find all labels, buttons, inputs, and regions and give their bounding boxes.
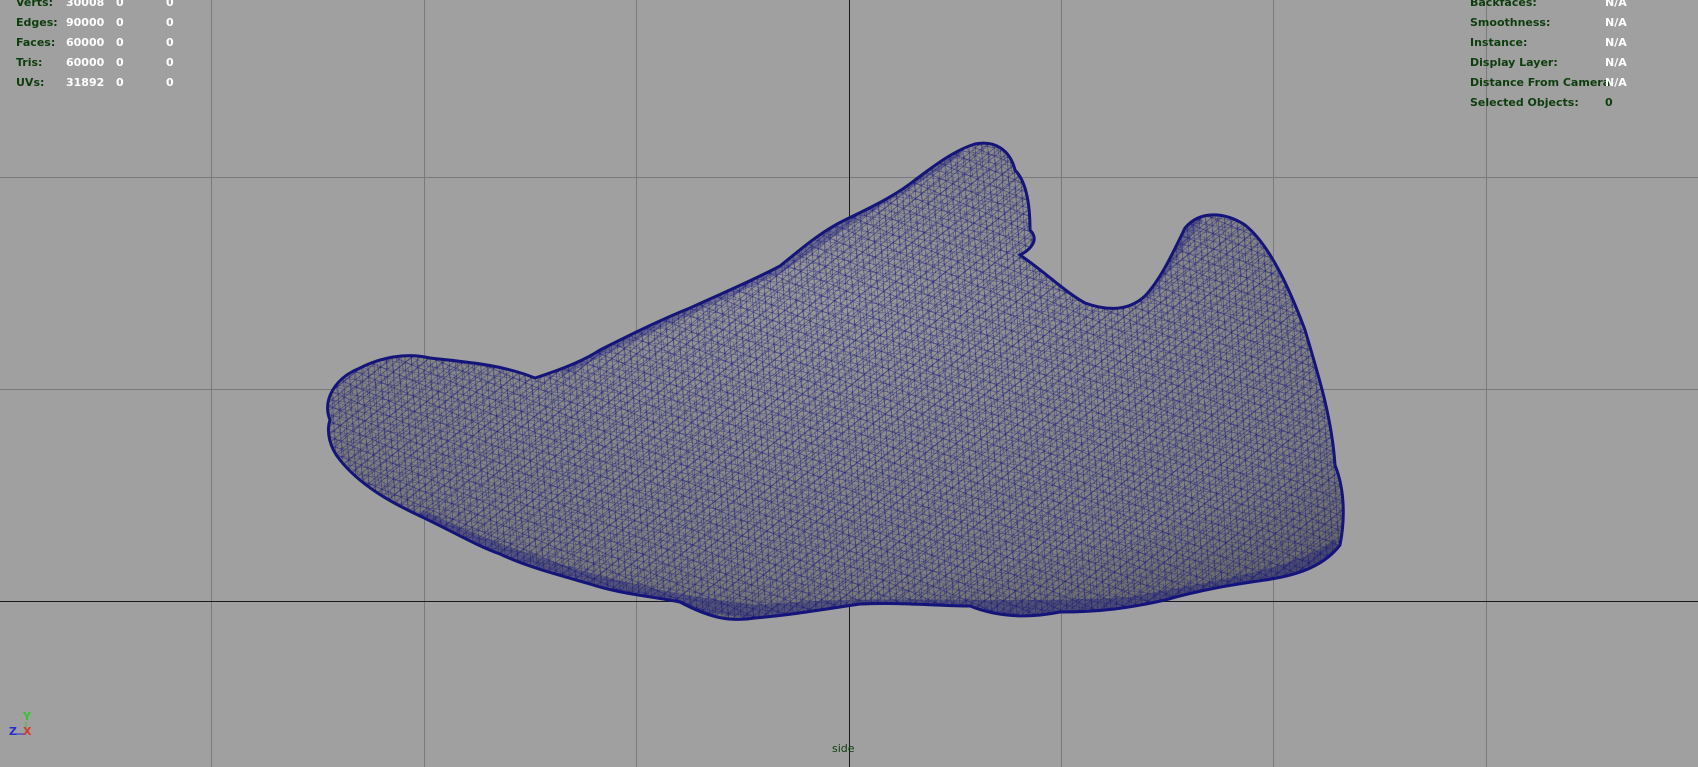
hud-stat-selected: 0 [116,76,124,89]
hud-detail-label: Smoothness: [1470,16,1551,29]
hud-stat-row: Verts: 30008 0 0 [16,0,216,13]
hud-stat-component: 0 [166,76,174,89]
hud-stat-selected: 0 [116,16,124,29]
hud-stat-total: 90000 [66,16,105,29]
hud-detail-label: Selected Objects: [1470,96,1579,109]
hud-stat-total: 30008 [66,0,105,9]
hud-detail-value: 0 [1605,96,1613,109]
hud-detail-row: Selected Objects: 0 [1470,93,1690,113]
hud-stat-total: 31892 [66,76,105,89]
hud-detail-value: N/A [1605,0,1627,9]
hud-stat-selected: 0 [116,0,124,9]
z-axis-label: Z [9,725,17,738]
hud-stat-row: Tris: 60000 0 0 [16,53,216,73]
hud-detail-row: Distance From Camera: N/A [1470,73,1690,93]
x-axis-label: X [23,725,32,738]
poly-count-hud: Verts: 30008 0 0 Edges: 90000 0 0 Faces: 60000 0 0 T… [16,0,216,93]
hud-stat-selected: 0 [116,56,124,69]
hud-stat-component: 0 [166,0,174,9]
object-details-hud: Backfaces: N/A Smoothness: N/A Instance: N/A D… [1470,0,1690,113]
hud-stat-row: UVs: 31892 0 0 [16,73,216,93]
hud-detail-label: Instance: [1470,36,1528,49]
camera-name-label: side [832,742,855,755]
hud-stat-label: Edges: [16,16,58,29]
hud-detail-label: Distance From Camera: [1470,76,1615,89]
hud-stat-component: 0 [166,56,174,69]
hud-stat-label: Verts: [16,0,54,9]
hud-stat-label: Tris: [16,56,43,69]
hud-stat-total: 60000 [66,56,105,69]
hud-detail-row: Backfaces: N/A [1470,0,1690,13]
shoe-mesh[interactable] [0,0,1698,767]
hud-stat-component: 0 [166,16,174,29]
hud-stat-label: Faces: [16,36,56,49]
hud-detail-value: N/A [1605,36,1627,49]
hud-stat-selected: 0 [116,36,124,49]
hud-stat-component: 0 [166,36,174,49]
hud-stat-row: Edges: 90000 0 0 [16,13,216,33]
hud-stat-label: UVs: [16,76,45,89]
hud-detail-value: N/A [1605,76,1627,89]
hud-detail-label: Backfaces: [1470,0,1537,9]
view-axis-gizmo: Y Z X [6,708,36,742]
hud-detail-row: Display Layer: N/A [1470,53,1690,73]
hud-detail-row: Smoothness: N/A [1470,13,1690,33]
hud-detail-label: Display Layer: [1470,56,1558,69]
side-viewport[interactable]: Verts: 30008 0 0 Edges: 90000 0 0 Faces: 60000 0 0 T… [0,0,1698,767]
y-axis-label: Y [23,710,31,723]
hud-stat-total: 60000 [66,36,105,49]
hud-detail-row: Instance: N/A [1470,33,1690,53]
hud-stat-row: Faces: 60000 0 0 [16,33,216,53]
hud-detail-value: N/A [1605,56,1627,69]
hud-detail-value: N/A [1605,16,1627,29]
